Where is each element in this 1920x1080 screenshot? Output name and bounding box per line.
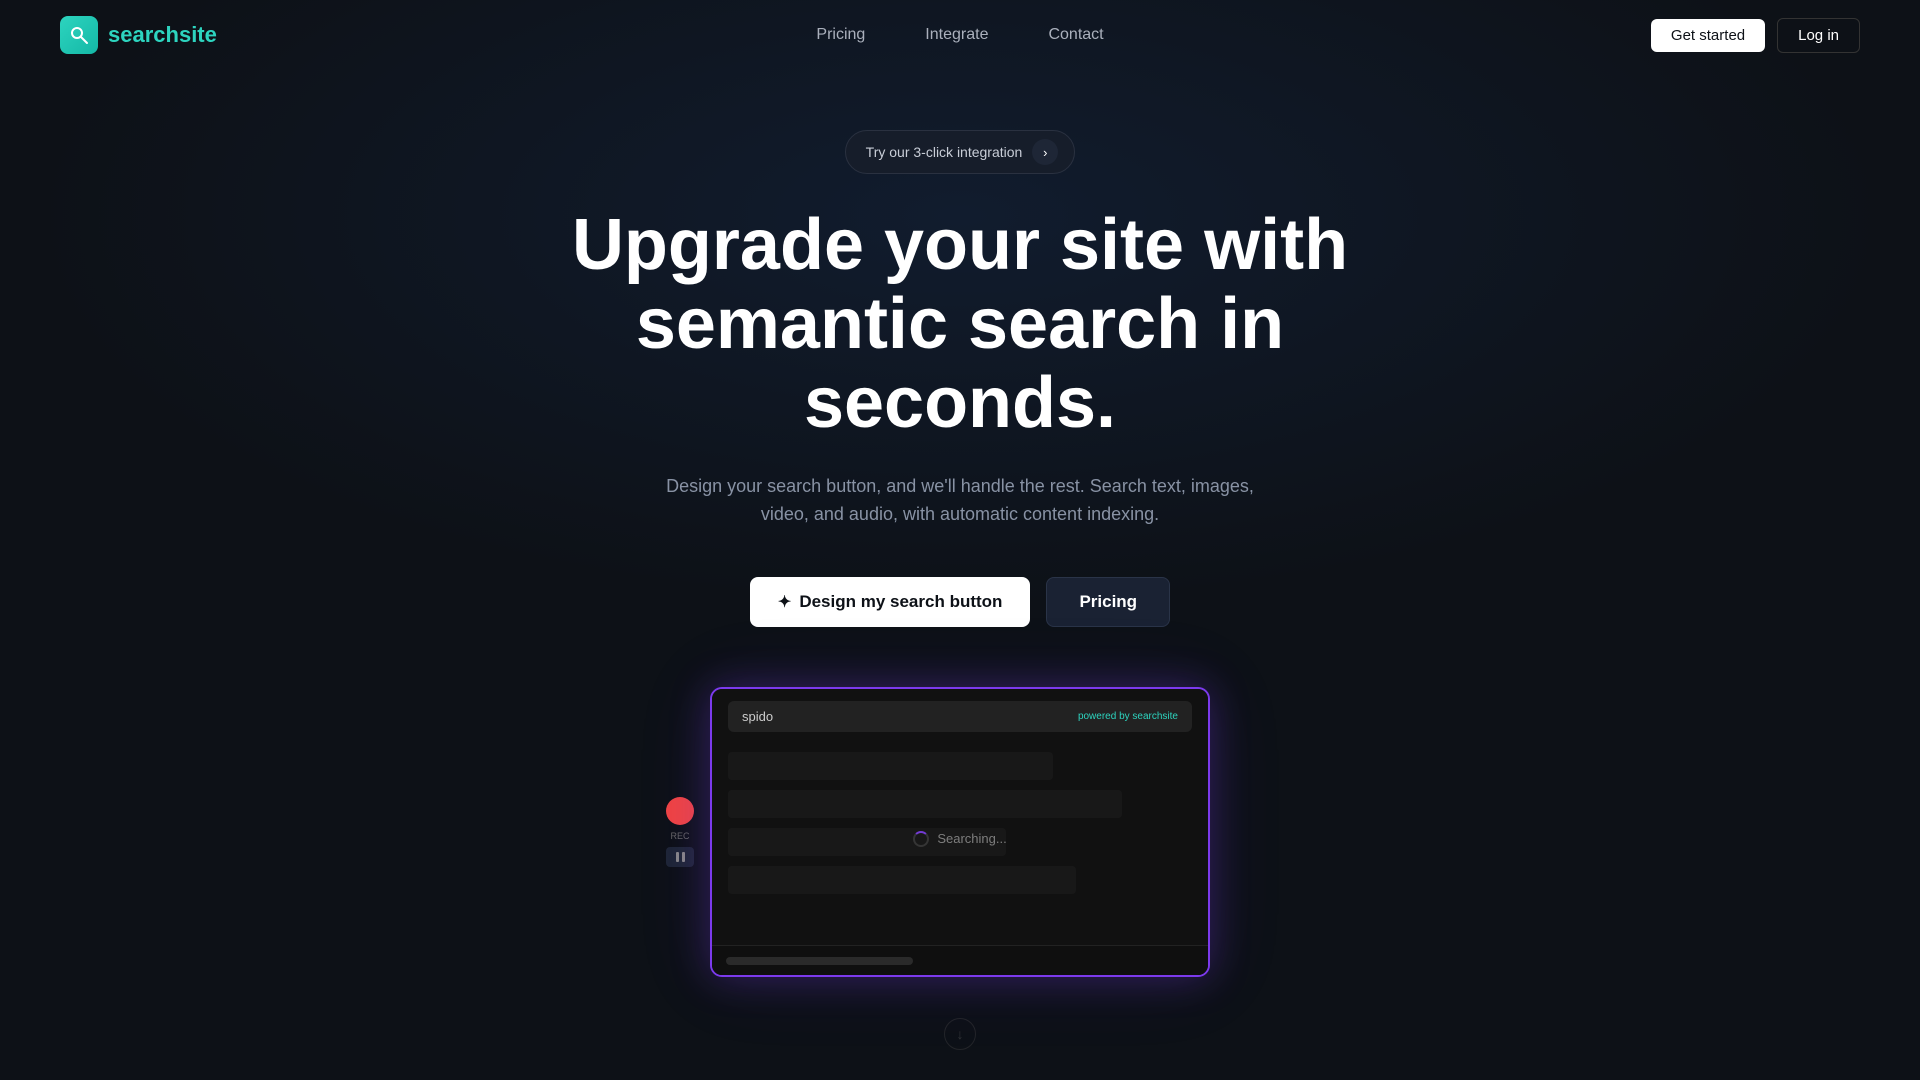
recording-indicator: REC (666, 797, 694, 867)
hero-subheadline: Design your search button, and we'll han… (640, 472, 1280, 530)
demo-blurred-results (728, 752, 1192, 894)
hero-buttons: ✦ Design my search button Pricing (750, 577, 1170, 627)
pause-bar-left (676, 852, 679, 862)
demo-content: Searching... (712, 732, 1208, 945)
login-button[interactable]: Log in (1777, 18, 1860, 53)
demo-wrapper: REC spido powered by searchsite (710, 687, 1210, 977)
logo-text: searchsite (108, 22, 217, 48)
demo-window: spido powered by searchsite (710, 687, 1210, 977)
get-started-button[interactable]: Get started (1651, 19, 1765, 52)
logo[interactable]: searchsite (60, 16, 217, 54)
hero-headline: Upgrade your site with semantic search i… (510, 206, 1410, 444)
scroll-indicator: ↓ (944, 1018, 976, 1050)
demo-footer-bar (726, 957, 913, 965)
demo-inner: spido powered by searchsite (712, 689, 1208, 975)
pricing-button[interactable]: Pricing (1046, 577, 1170, 627)
scroll-circle: ↓ (944, 1018, 976, 1050)
demo-footer (712, 945, 1208, 975)
design-search-button[interactable]: ✦ Design my search button (750, 577, 1031, 627)
sparkle-icon: ✦ (778, 592, 791, 612)
pause-bar-right (682, 852, 685, 862)
nav-pricing-link[interactable]: Pricing (816, 26, 865, 43)
badge-arrow-icon: › (1032, 139, 1058, 165)
badge-text: Try our 3-click integration (866, 144, 1023, 160)
scroll-down-icon: ↓ (957, 1026, 964, 1042)
demo-search-bar: spido powered by searchsite (728, 701, 1192, 732)
record-dot (666, 797, 694, 825)
hero-section: Try our 3-click integration › Upgrade yo… (0, 70, 1920, 977)
demo-search-query: spido (742, 709, 773, 724)
logo-icon (60, 16, 98, 54)
navbar: searchsite Pricing Integrate Contact Get… (0, 0, 1920, 70)
demo-powered: powered by searchsite (1078, 711, 1178, 722)
rec-label: REC (670, 831, 689, 841)
nav-actions: Get started Log in (1651, 18, 1860, 53)
nav-integrate-link[interactable]: Integrate (925, 26, 988, 43)
nav-links: Pricing Integrate Contact (816, 26, 1103, 44)
pause-button[interactable] (666, 847, 694, 867)
integration-badge[interactable]: Try our 3-click integration › (845, 130, 1076, 174)
nav-contact-link[interactable]: Contact (1048, 26, 1103, 43)
